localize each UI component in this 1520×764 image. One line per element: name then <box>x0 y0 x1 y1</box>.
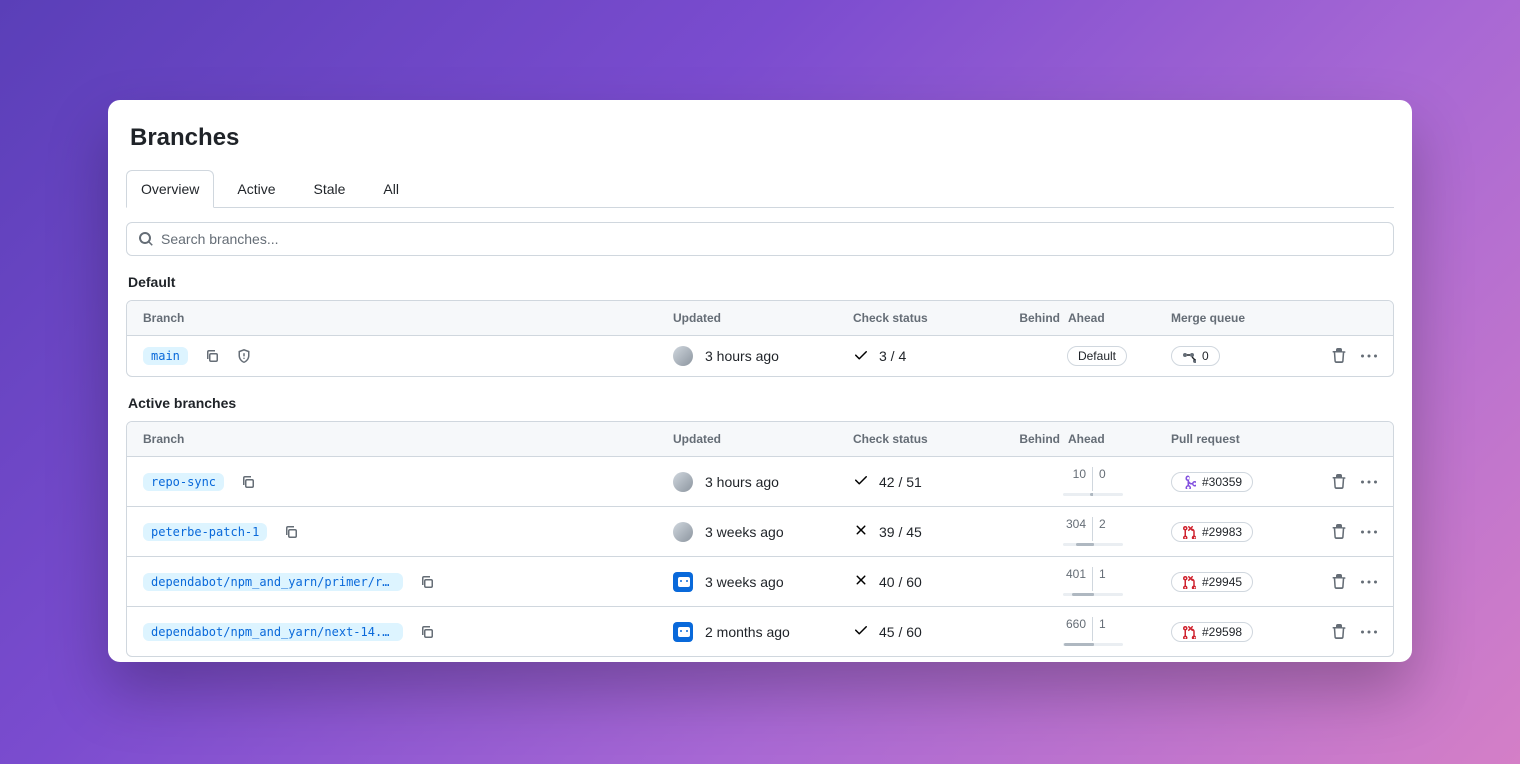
delete-icon[interactable] <box>1331 624 1347 640</box>
table-header: Branch Updated Check status Behind Ahead… <box>127 301 1393 336</box>
user-avatar <box>673 346 693 366</box>
updated-time: 3 weeks ago <box>705 524 784 540</box>
col-check: Check status <box>853 311 997 325</box>
bot-avatar <box>673 572 693 592</box>
behind-ahead-indicator: 304 2 <box>1058 517 1127 546</box>
col-pull-request: Pull request <box>1127 432 1307 446</box>
col-behind: Behind <box>1019 432 1060 446</box>
table-row: dependabot/npm_and_yarn/next-14.0.1 2 mo… <box>127 606 1393 656</box>
pr-badge[interactable]: #29598 <box>1171 622 1253 642</box>
branch-name[interactable]: dependabot/npm_and_yarn/next-14.0.1 <box>143 623 403 641</box>
merge-queue-badge[interactable]: 0 <box>1171 346 1220 366</box>
search-icon <box>138 231 154 247</box>
copy-icon[interactable] <box>240 474 256 490</box>
behind-count: 401 <box>1058 567 1086 581</box>
col-branch: Branch <box>143 432 673 446</box>
updated-time: 3 hours ago <box>705 348 779 364</box>
section-title-default: Default <box>128 274 1394 290</box>
more-icon[interactable] <box>1361 348 1377 364</box>
tab-active[interactable]: Active <box>222 170 290 208</box>
default-badge: Default <box>1067 346 1127 366</box>
user-avatar <box>673 472 693 492</box>
col-updated: Updated <box>673 432 853 446</box>
pr-badge[interactable]: #30359 <box>1171 472 1253 492</box>
check-ratio: 40 / 60 <box>879 574 922 590</box>
col-behind: Behind <box>1019 311 1060 325</box>
more-icon[interactable] <box>1361 624 1377 640</box>
col-behind-ahead: Behind Ahead <box>997 432 1127 446</box>
behind-count: 660 <box>1058 617 1086 631</box>
more-icon[interactable] <box>1361 524 1377 540</box>
bot-avatar <box>673 622 693 642</box>
table-header: Branch Updated Check status Behind Ahead… <box>127 422 1393 457</box>
behind-ahead-indicator: 10 0 <box>1058 467 1127 496</box>
check-success-icon <box>853 347 869 366</box>
col-merge-queue: Merge queue <box>1127 311 1307 325</box>
updated-time: 3 hours ago <box>705 474 779 490</box>
more-icon[interactable] <box>1361 574 1377 590</box>
default-table: Branch Updated Check status Behind Ahead… <box>126 300 1394 377</box>
check-fail-icon <box>853 522 869 541</box>
search-wrap <box>126 222 1394 256</box>
table-row: peterbe-patch-1 3 weeks ago 39 / 45 304 … <box>127 506 1393 556</box>
copy-icon[interactable] <box>204 348 220 364</box>
ahead-count: 0 <box>1099 467 1127 481</box>
col-ahead: Ahead <box>1068 432 1105 446</box>
copy-icon[interactable] <box>283 524 299 540</box>
tab-all[interactable]: All <box>368 170 414 208</box>
pr-badge[interactable]: #29945 <box>1171 572 1253 592</box>
delete-icon[interactable] <box>1331 524 1347 540</box>
check-success-icon <box>853 622 869 641</box>
col-updated: Updated <box>673 311 853 325</box>
more-icon[interactable] <box>1361 474 1377 490</box>
tabs: OverviewActiveStaleAll <box>126 170 1394 208</box>
branch-name[interactable]: peterbe-patch-1 <box>143 523 267 541</box>
col-behind-ahead: Behind Ahead <box>997 311 1127 325</box>
delete-icon[interactable] <box>1331 348 1347 364</box>
behind-ahead-indicator: 660 1 <box>1058 617 1127 646</box>
behind-count: 10 <box>1058 467 1086 481</box>
ahead-count: 2 <box>1099 517 1127 531</box>
copy-icon[interactable] <box>419 574 435 590</box>
check-fail-icon <box>853 572 869 591</box>
col-ahead: Ahead <box>1068 311 1105 325</box>
ahead-count: 1 <box>1099 617 1127 631</box>
col-branch: Branch <box>143 311 673 325</box>
tab-overview[interactable]: Overview <box>126 170 214 208</box>
branch-name[interactable]: dependabot/npm_and_yarn/primer/react… <box>143 573 403 591</box>
table-row: repo-sync 3 hours ago 42 / 51 10 0 #3035… <box>127 457 1393 506</box>
updated-time: 3 weeks ago <box>705 574 784 590</box>
check-ratio: 3 / 4 <box>879 348 906 364</box>
search-input[interactable] <box>126 222 1394 256</box>
pr-number: #30359 <box>1202 475 1242 489</box>
tab-stale[interactable]: Stale <box>298 170 360 208</box>
copy-icon[interactable] <box>419 624 435 640</box>
table-row: main 3 hours ago 3 / 4 Default 0 <box>127 336 1393 376</box>
ahead-count: 1 <box>1099 567 1127 581</box>
user-avatar <box>673 522 693 542</box>
check-success-icon <box>853 472 869 491</box>
check-ratio: 45 / 60 <box>879 624 922 640</box>
check-ratio: 42 / 51 <box>879 474 922 490</box>
behind-count: 304 <box>1058 517 1086 531</box>
pr-number: #29983 <box>1202 525 1242 539</box>
check-ratio: 39 / 45 <box>879 524 922 540</box>
delete-icon[interactable] <box>1331 574 1347 590</box>
active-table: Branch Updated Check status Behind Ahead… <box>126 421 1394 657</box>
branch-name[interactable]: main <box>143 347 188 365</box>
pr-number: #29945 <box>1202 575 1242 589</box>
section-title-active: Active branches <box>128 395 1394 411</box>
shield-icon[interactable] <box>236 348 252 364</box>
pr-number: #29598 <box>1202 625 1242 639</box>
branches-panel: Branches OverviewActiveStaleAll Default … <box>108 100 1412 662</box>
behind-ahead-indicator: 401 1 <box>1058 567 1127 596</box>
pr-badge[interactable]: #29983 <box>1171 522 1253 542</box>
col-check: Check status <box>853 432 997 446</box>
table-row: dependabot/npm_and_yarn/primer/react… 3 … <box>127 556 1393 606</box>
branch-name[interactable]: repo-sync <box>143 473 224 491</box>
delete-icon[interactable] <box>1331 474 1347 490</box>
page-title: Branches <box>130 124 1394 152</box>
updated-time: 2 months ago <box>705 624 790 640</box>
